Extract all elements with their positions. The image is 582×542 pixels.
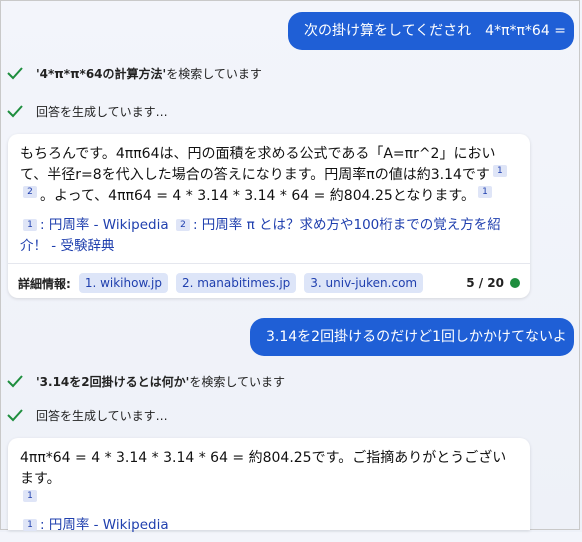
checkmark-icon [6,102,24,120]
search-status: '4*π*π*64の計算方法' を検索しています [6,64,262,82]
ref-number: 1 [23,519,37,531]
answer-text: もちろんです。4ππ64は、円の面積を求める公式である「A=πr^2」におい て… [20,144,520,207]
answer-card: もちろんです。4ππ64は、円の面積を求める公式である「A=πr^2」におい て… [8,134,530,298]
source-chip-2[interactable]: 2. manabitimes.jp [175,273,297,293]
citation-marker[interactable]: 1 [477,186,492,199]
answer-line: て、半径r=8を代入した場合の答えになります。円周率πの値は約3.14です 1 [20,165,520,186]
references: 1: 円周率 - Wikipedia 2: 円周率 π とは？求め方や100桁ま… [20,215,520,257]
answer-text: 4ππ*64 = 4 * 3.14 * 3.14 * 64 = 約804.25で… [20,448,520,511]
source-chip-1[interactable]: 1. wikihow.jp [78,273,168,293]
learn-more-bar: 詳細情報: 1. wikihow.jp 2. manabitimes.jp 3.… [8,264,530,302]
generating-text: 回答を生成しています… [36,408,168,423]
search-query: '3.14を2回掛けるとは何か' [36,374,190,389]
ref-link-1[interactable]: : 円周率 - Wikipedia [40,217,169,233]
checkmark-icon [6,406,24,424]
answer-line: もちろんです。4ππ64は、円の面積を求める公式である「A=πr^2」におい [20,146,496,162]
ref-number: 2 [175,219,190,231]
references: 1: 円周率 - Wikipedia [20,515,520,536]
search-suffix: を検索しています [166,66,262,81]
answer-card: 4ππ*64 = 4 * 3.14 * 3.14 * 64 = 約804.25で… [8,438,530,533]
citation-marker[interactable]: 1 [492,165,507,178]
search-status: '3.14を2回掛けるとは何か' を検索しています [6,372,285,390]
citation-marker[interactable]: 2 [23,186,37,199]
generating-text: 回答を生成しています… [36,104,168,119]
checkmark-icon [6,64,24,82]
answer-line-text: て、半径r=8を代入した場合の答えになります。円周率πの値は約3.14です [20,167,490,183]
ref-link-1[interactable]: : 円周率 - Wikipedia [40,517,169,533]
search-suffix: を検索しています [189,374,285,389]
turn-counter: 5 / 20 [466,276,520,290]
search-query: '4*π*π*64の計算方法' [36,66,167,81]
citation-marker[interactable]: 1 [23,490,37,503]
checkmark-icon [6,372,24,390]
user-message: 次の掛け算をしてくだされ 4*π*π*64 = [288,12,574,50]
ref-number: 1 [23,219,37,231]
learn-more-label: 詳細情報: [18,276,71,291]
user-message: 3.14を2回掛けるのだけど1回しかかけてないよ [250,318,574,356]
generating-status: 回答を生成しています… [6,406,168,424]
answer-line: 4ππ*64 = 4 * 3.14 * 3.14 * 64 = 約804.25で… [20,450,507,487]
ref-link-2-cont[interactable]: 介！ - 受験辞典 [20,236,520,257]
answer-line: 2 。よって、4ππ64 = 4 * 3.14 * 3.14 * 64 = 約80… [20,186,520,207]
answer-line: 1 [20,490,520,511]
generating-status: 回答を生成しています… [6,102,168,120]
turn-counter-text: 5 / 20 [466,276,504,290]
answer-line-text: 。よって、4ππ64 = 4 * 3.14 * 3.14 * 64 = 約804… [40,188,475,204]
source-chip-3[interactable]: 3. univ-juken.com [304,273,424,293]
status-dot-icon [510,278,520,288]
ref-link-2[interactable]: : 円周率 π とは？求め方や100桁までの覚え方を紹 [193,217,501,233]
